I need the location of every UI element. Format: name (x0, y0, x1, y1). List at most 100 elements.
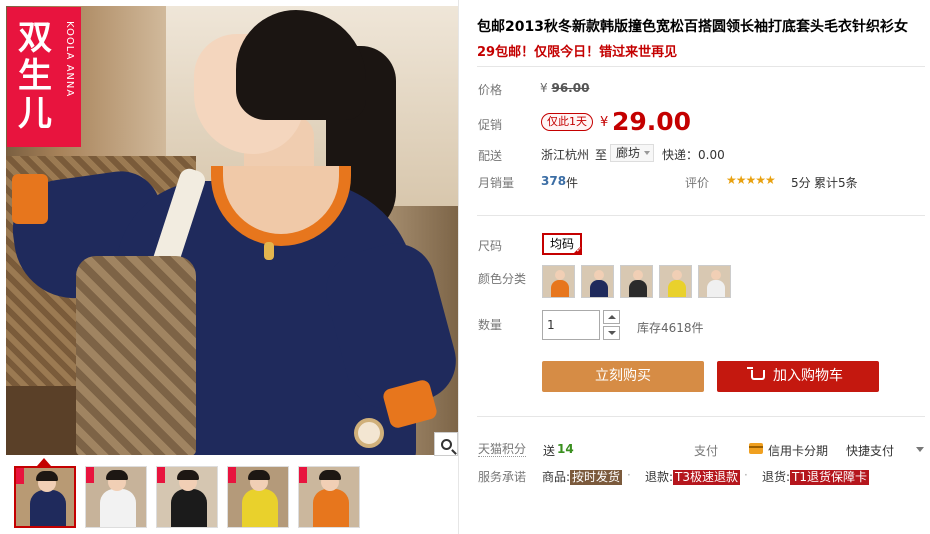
service-goods-tag: 按时发货 (570, 470, 623, 485)
quantity-increase-button[interactable] (603, 310, 620, 324)
service-goods-prefix: 商品: (542, 470, 571, 484)
thumbnail-hair (248, 470, 270, 480)
zoom-button[interactable] (434, 432, 458, 456)
divider (458, 0, 459, 534)
service-refund-tag: T3极速退款 (673, 470, 741, 485)
thumbnail-brand-mark (299, 467, 307, 483)
thumbnail-5[interactable] (298, 466, 360, 528)
thumbnail-3[interactable] (156, 466, 218, 528)
product-title: 包邮2013秋冬新款韩版撞色宽松百搭圆领长袖打底套头毛衣针织衫女 (477, 19, 908, 35)
color-swatch-list (542, 265, 731, 298)
thumbnail-brand-mark (86, 467, 94, 483)
quick-pay-dropdown[interactable]: 快捷支付 (846, 442, 894, 459)
size-option-label: 均码 (549, 237, 574, 251)
service-return-tag: T1退货保障卡 (790, 470, 870, 485)
service-label: 服务承诺 (478, 470, 527, 484)
swatch-face (633, 270, 643, 280)
thumbnail-sweater (242, 489, 278, 527)
monthly-sales-label: 月销量 (478, 176, 515, 190)
stock-count: 库存4618件 (637, 321, 704, 335)
thumbnail-hair (106, 470, 128, 480)
monthly-sales-count[interactable]: 378 (541, 174, 566, 188)
star-rating-icon: ★★★★★ (726, 173, 776, 187)
quantity-label: 数量 (478, 318, 503, 332)
thumbnail-sweater (171, 489, 207, 527)
brand-logo: 双生儿 KOOLA ANNA (7, 7, 81, 147)
service-goods[interactable]: 商品: 按时发货 (542, 468, 623, 485)
points-prefix: 送 (543, 444, 556, 458)
thumbnail-4[interactable] (227, 466, 289, 528)
color-swatch-3[interactable] (620, 265, 653, 298)
divider (477, 416, 925, 417)
promo-label: 促销 (478, 118, 503, 132)
size-option-selected[interactable]: 均码 (542, 233, 582, 255)
thumbnail-sweater (100, 489, 136, 527)
credit-installment-link[interactable]: 信用卡分期 (768, 442, 828, 459)
color-swatch-4[interactable] (659, 265, 692, 298)
tmall-points-link[interactable]: 天猫积分 (478, 442, 527, 457)
destination-select[interactable]: 廊坊 (610, 144, 654, 162)
check-icon (572, 245, 582, 255)
swatch-sweater (668, 280, 686, 297)
separator: · (744, 468, 748, 482)
swatch-sweater (551, 280, 569, 297)
payment-label: 支付 (694, 444, 719, 458)
add-to-cart-button[interactable]: 加入购物车 (717, 361, 879, 392)
thumbnail-hair (319, 470, 341, 480)
express-fee: 快递：0.00 (662, 148, 725, 162)
quantity-decrease-button[interactable] (603, 326, 620, 340)
service-refund[interactable]: 退款: T3极速退款 (645, 468, 741, 485)
product-subtitle: 29包邮！仅限今日！错过来世再见 (477, 45, 678, 60)
photo-bag (76, 256, 196, 455)
rating-label: 评价 (685, 176, 710, 190)
color-swatch-2[interactable] (581, 265, 614, 298)
photo-necklace (264, 242, 274, 260)
thumbnail-strip (14, 466, 360, 528)
swatch-face (594, 270, 604, 280)
swatch-face (672, 270, 682, 280)
color-swatch-5[interactable] (698, 265, 731, 298)
thumbnail-brand-mark (228, 467, 236, 483)
separator: · (627, 468, 631, 482)
chevron-down-icon[interactable] (916, 447, 924, 452)
brand-logo-en: KOOLA ANNA (64, 21, 75, 98)
swatch-sweater (629, 280, 647, 297)
swatch-face (555, 270, 565, 280)
points-value: 14 (557, 442, 574, 456)
ship-to-prefix: 至 (595, 148, 608, 162)
sale-price: 29.00 (612, 107, 692, 136)
quantity-input[interactable] (542, 310, 600, 340)
credit-card-icon (749, 443, 763, 454)
thumbnail-1[interactable] (14, 466, 76, 528)
cart-icon (747, 367, 765, 380)
buy-now-button[interactable]: 立刻购买 (542, 361, 704, 392)
thumb-active-indicator (37, 458, 51, 466)
magnifier-icon (440, 438, 452, 450)
add-to-cart-label: 加入购物车 (773, 368, 843, 384)
color-swatch-1[interactable] (542, 265, 575, 298)
color-label: 颜色分类 (478, 272, 527, 286)
promo-badge: 仅此1天 (541, 113, 593, 131)
thumbnail-sweater (313, 489, 349, 527)
photo-cuff-left (12, 174, 48, 224)
thumbnail-hair (36, 471, 58, 481)
divider (477, 66, 925, 67)
service-return-prefix: 退货: (762, 470, 791, 484)
review-count-link[interactable]: 累计5条 (814, 174, 858, 191)
currency-symbol: ¥ (540, 81, 548, 95)
photo-watch (354, 418, 384, 448)
swatch-sweater (707, 280, 725, 297)
service-return[interactable]: 退货: T1退货保障卡 (762, 468, 870, 485)
currency-symbol: ¥ (600, 115, 609, 130)
shipping-label: 配送 (478, 149, 503, 163)
destination-value: 廊坊 (616, 146, 641, 160)
chevron-down-icon (644, 151, 650, 155)
thumbnail-2[interactable] (85, 466, 147, 528)
rating-score: 5分 (791, 176, 811, 190)
size-label: 尺码 (478, 239, 503, 253)
ship-from: 浙江杭州 (541, 148, 590, 162)
thumbnail-brand-mark (157, 467, 165, 483)
service-refund-prefix: 退款: (645, 470, 674, 484)
brand-logo-cn: 双生儿 (18, 18, 52, 134)
monthly-sales-unit: 件 (566, 176, 579, 190)
